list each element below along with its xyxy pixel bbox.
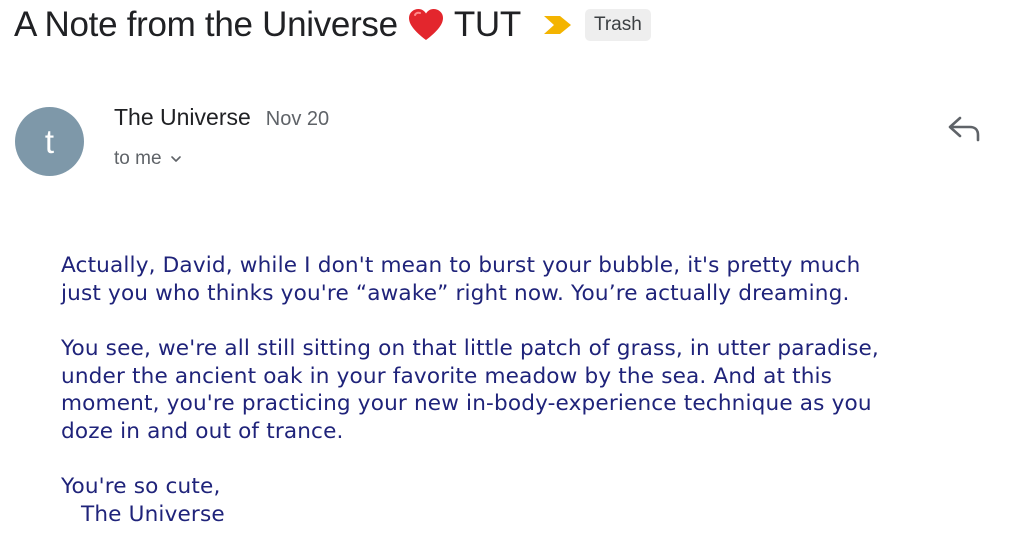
sent-date: Nov 20 — [265, 108, 330, 130]
importance-marker-icon[interactable] — [543, 14, 573, 36]
body-line: doze in and out of trance. — [61, 418, 344, 444]
subject-text-part1: A Note from the Universe — [14, 5, 398, 44]
avatar-letter: t — [44, 122, 55, 160]
body-paragraph: Actually, David, while I don't mean to b… — [61, 252, 1016, 307]
closing-line: You're so cute, — [61, 474, 221, 499]
trash-label-chip[interactable]: Trash — [584, 9, 651, 41]
body-paragraph: You see, we're all still sitting on that… — [61, 335, 1016, 445]
body-line: Actually, David, while I don't mean to b… — [61, 253, 861, 278]
recipient-text: to me — [114, 148, 162, 169]
body-line: just you who thinks you're “awake” right… — [61, 280, 850, 306]
email-subject: A Note from the Universe TUT — [14, 5, 521, 45]
chevron-down-icon[interactable] — [170, 153, 182, 165]
body-line: You see, we're all still sitting on that… — [61, 336, 879, 361]
signature: The Universe — [81, 501, 225, 527]
reply-icon[interactable] — [946, 114, 982, 144]
red-heart-icon — [408, 9, 443, 40]
email-body: Actually, David, while I don't mean to b… — [61, 252, 1016, 556]
avatar[interactable]: t — [15, 107, 84, 176]
sender-line: The Universe Nov 20 — [114, 104, 329, 134]
recipient-details-toggle[interactable]: to me — [114, 148, 182, 170]
sender-name[interactable]: The Universe — [114, 104, 251, 131]
body-line: moment, you're practicing your new in-bo… — [61, 391, 872, 416]
body-line: under the ancient oak in your favorite m… — [61, 363, 833, 389]
email-subject-row: A Note from the Universe TUT Trash — [14, 0, 651, 50]
body-closing: You're so cute, The Universe — [61, 473, 1016, 528]
subject-text-part2: TUT — [453, 5, 521, 44]
